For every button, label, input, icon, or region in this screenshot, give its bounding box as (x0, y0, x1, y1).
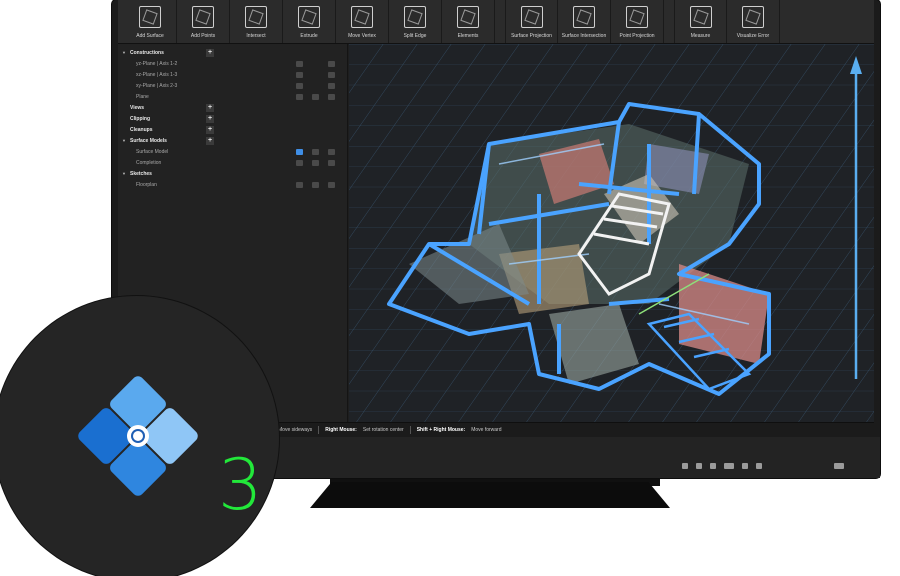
version-number: 3 (218, 444, 263, 526)
add-surface-model-button[interactable]: + (206, 136, 214, 145)
tree-item-xz-plane[interactable]: xz-Plane | Axis 1-3 (118, 69, 347, 80)
split-edge-button[interactable]: Split Edge (389, 0, 442, 43)
visibility-toggle-icon[interactable] (296, 60, 303, 67)
visibility-toggle-icon[interactable] (296, 181, 303, 188)
tree-item-surface-model[interactable]: Surface Model (118, 146, 347, 157)
surface-intersection-button[interactable]: Surface Intersection (558, 0, 611, 43)
tree-item-plane[interactable]: Plane (118, 91, 347, 102)
product-hero: Add Surface Add Points Intersect Extrude… (0, 0, 900, 576)
add-construction-button[interactable]: + (206, 48, 214, 57)
tree-group-sketches[interactable]: ▼ Sketches (118, 168, 347, 179)
measure-icon (689, 6, 712, 28)
surface-projection-button[interactable]: Surface Projection (505, 0, 558, 43)
visualize-error-button[interactable]: Visualize Error (727, 0, 780, 43)
tree-item-completion[interactable]: Completion (118, 157, 347, 168)
3d-scene (349, 44, 874, 422)
delete-icon[interactable] (312, 181, 319, 188)
move-vertex-icon (351, 6, 373, 28)
delete-icon[interactable] (312, 159, 319, 166)
settings-button[interactable] (834, 463, 844, 469)
previous-view-button[interactable] (696, 463, 702, 469)
visibility-toggle-icon[interactable] (296, 82, 303, 89)
measure-button[interactable]: Measure (674, 0, 727, 43)
elements-button[interactable]: Elements (442, 0, 495, 43)
export-icon[interactable] (328, 148, 335, 155)
main-toolbar: Add Surface Add Points Intersect Extrude… (118, 0, 874, 44)
tree-group-clipping[interactable]: Clipping + (118, 113, 347, 124)
intersect-button[interactable]: Intersect (230, 0, 283, 43)
first-view-button[interactable] (682, 463, 688, 469)
visibility-toggle-icon[interactable] (296, 148, 303, 155)
app-logo-icon (78, 376, 198, 496)
lock-icon[interactable] (328, 71, 335, 78)
add-points-button[interactable]: Add Points (177, 0, 230, 43)
lock-icon[interactable] (328, 60, 335, 67)
point-projection-icon (626, 6, 648, 28)
add-surface-button[interactable]: Add Surface (124, 0, 177, 43)
move-vertex-button[interactable]: Move Vertex (336, 0, 389, 43)
collapse-arrow-icon[interactable]: ▼ (118, 50, 130, 55)
export-icon[interactable] (328, 159, 335, 166)
down-button[interactable] (756, 463, 762, 469)
add-cleanup-button[interactable]: + (206, 125, 214, 134)
3d-viewport[interactable] (349, 44, 874, 422)
add-points-icon (192, 6, 214, 28)
tree-group-constructions[interactable]: ▼ Constructions + (118, 47, 347, 58)
lock-icon[interactable] (328, 93, 335, 100)
add-view-button[interactable]: + (206, 103, 214, 112)
visualize-error-icon (742, 6, 764, 28)
intersect-icon (245, 6, 267, 28)
visibility-toggle-icon[interactable] (296, 93, 303, 100)
export-icon[interactable] (328, 181, 335, 188)
extrude-icon (298, 6, 320, 28)
point-projection-button[interactable]: Point Projection (611, 0, 664, 43)
up-button[interactable] (742, 463, 748, 469)
tree-item-yz-plane[interactable]: yz-Plane | Axis 1-2 (118, 58, 347, 69)
elements-icon (457, 6, 479, 28)
split-edge-icon (404, 6, 426, 28)
view-navigation-controls (682, 463, 762, 469)
tree-item-xy-plane[interactable]: xy-Plane | Axis 2-3 (118, 80, 347, 91)
tree-group-views[interactable]: Views + (118, 102, 347, 113)
visibility-toggle-icon[interactable] (296, 159, 303, 166)
home-view-button[interactable] (724, 463, 734, 469)
visibility-toggle-icon[interactable] (296, 71, 303, 78)
next-view-button[interactable] (710, 463, 716, 469)
surface-projection-icon (520, 6, 543, 28)
monitor-stand-base (310, 482, 670, 508)
surface-intersection-icon (573, 6, 595, 28)
lock-icon[interactable] (328, 82, 335, 89)
add-surface-icon (139, 6, 161, 28)
extrude-button[interactable]: Extrude (283, 0, 336, 43)
logo-badge (0, 296, 279, 576)
collapse-arrow-icon[interactable]: ▼ (118, 171, 130, 176)
collapse-arrow-icon[interactable]: ▼ (118, 138, 130, 143)
delete-icon[interactable] (312, 93, 319, 100)
tree-item-floorplan[interactable]: Floorplan (118, 179, 347, 190)
delete-icon[interactable] (312, 148, 319, 155)
tree-group-surface-models[interactable]: ▼ Surface Models + (118, 135, 347, 146)
add-clipping-button[interactable]: + (206, 114, 214, 123)
tree-group-cleanups[interactable]: Cleanups + (118, 124, 347, 135)
